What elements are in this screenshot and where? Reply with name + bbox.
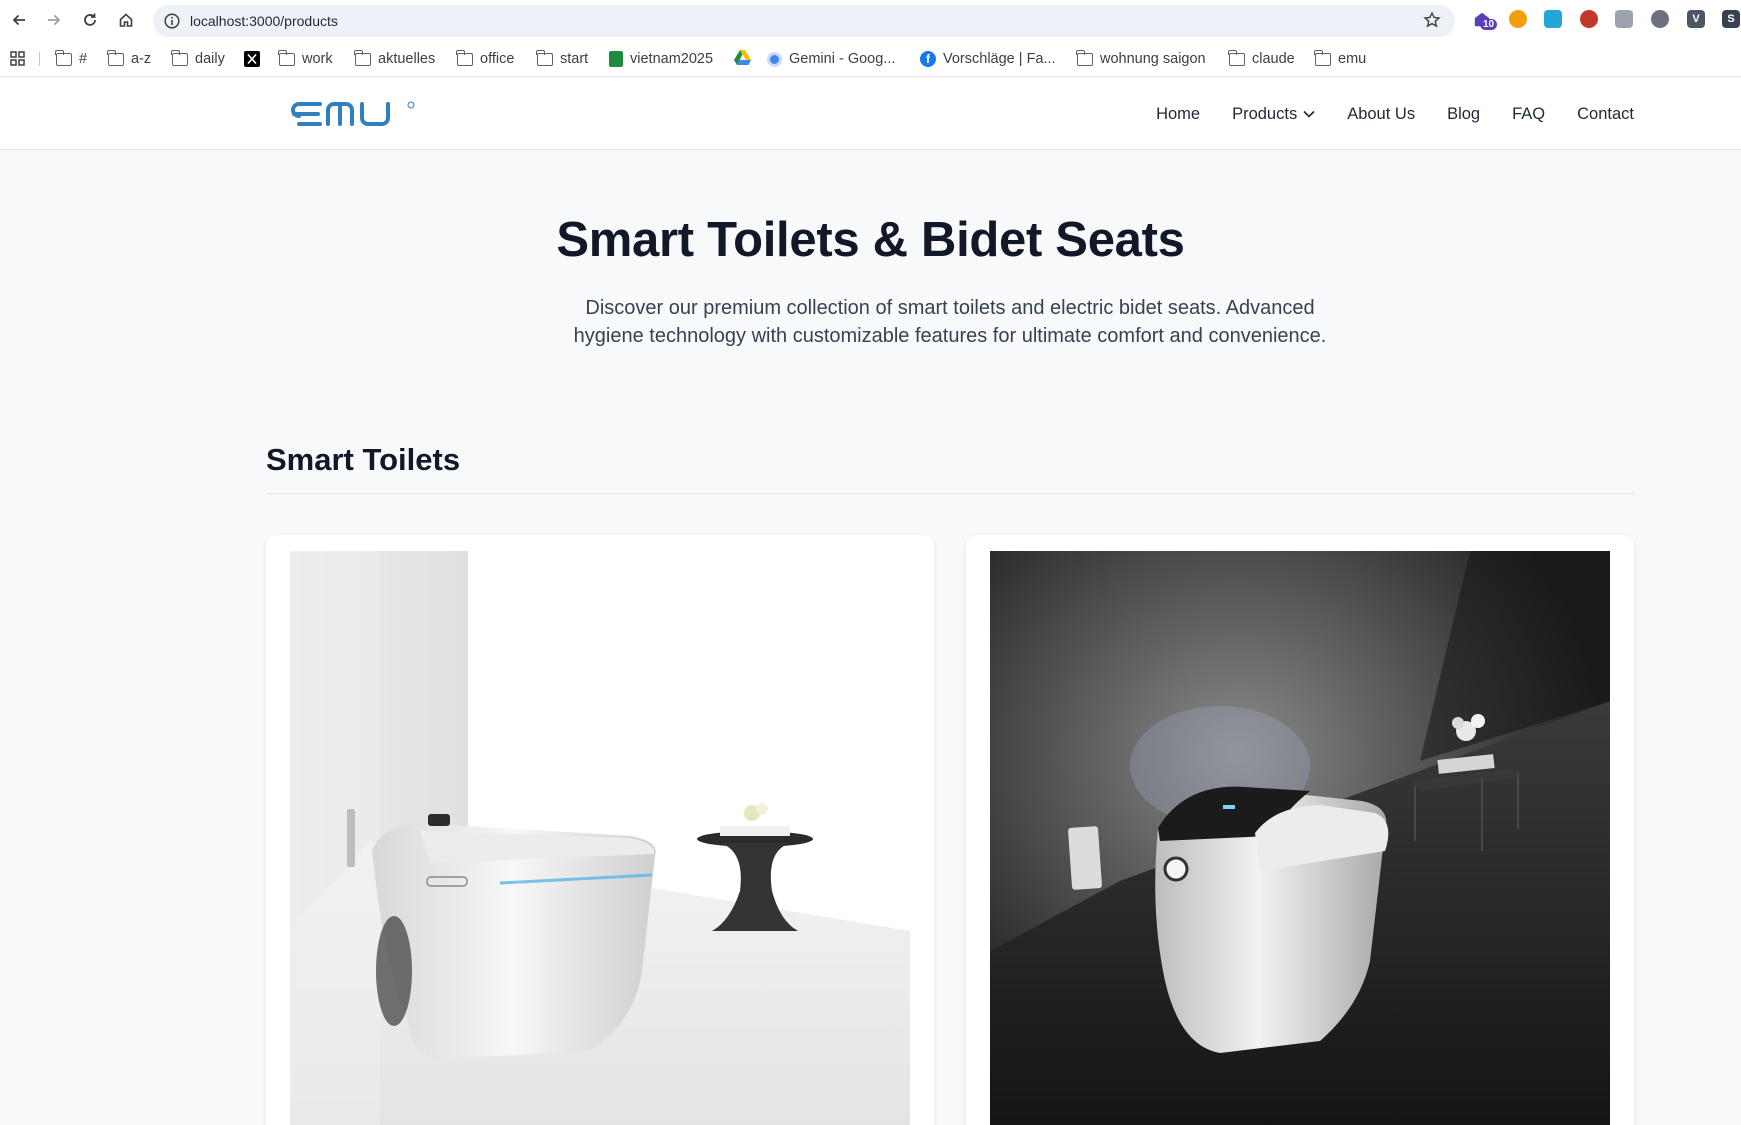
bookmark-x[interactable]	[244, 48, 260, 70]
bookmark-facebook[interactable]: f Vorschläge | Fa...	[920, 48, 1056, 70]
nav-contact[interactable]: Contact	[1577, 105, 1634, 124]
bookmarks-bar: # a-z daily work aktuelles office start …	[0, 40, 1741, 77]
url-text[interactable]: localhost:3000/products	[190, 13, 338, 29]
folder-icon	[1076, 49, 1093, 66]
folder-icon	[107, 49, 124, 66]
folder-icon	[278, 49, 295, 66]
bookmark-label: claude	[1252, 51, 1295, 67]
section-divider	[266, 493, 1635, 494]
bookmark-label: #	[79, 51, 88, 67]
bookmark-star-icon[interactable]	[1423, 11, 1441, 34]
section-title: Smart Toilets	[266, 442, 461, 477]
extension-s-icon[interactable]: S	[1722, 10, 1740, 28]
bookmark-label: work	[302, 51, 333, 67]
nav-products[interactable]: Products	[1232, 105, 1315, 124]
bookmark-label: a-z	[131, 51, 152, 67]
nav-home[interactable]: Home	[1156, 105, 1200, 124]
address-bar[interactable]: localhost:3000/products	[153, 5, 1455, 37]
bookmark-gemini[interactable]: Gemini - Goog...	[767, 48, 895, 70]
bookmark-label: Gemini - Goog...	[789, 51, 896, 67]
nav-blog[interactable]: Blog	[1447, 105, 1480, 124]
apps-grid-icon[interactable]	[10, 51, 25, 71]
bookmark-label: office	[480, 51, 515, 67]
product-image[interactable]	[990, 551, 1610, 1125]
facebook-icon: f	[920, 51, 936, 67]
bookmark-wohnung-saigon[interactable]: wohnung saigon	[1076, 48, 1206, 70]
bookmark-label: wohnung saigon	[1100, 51, 1206, 67]
nav-products-label: Products	[1232, 104, 1298, 123]
bookmark-claude[interactable]: claude	[1228, 48, 1295, 70]
chevron-down-icon	[1303, 110, 1315, 118]
page-subtitle: Discover our premium collection of smart…	[573, 297, 1327, 347]
drive-icon	[734, 49, 751, 69]
reload-icon[interactable]	[78, 8, 102, 32]
extension-elephant-icon[interactable]	[1509, 10, 1527, 28]
bookmark-label: Vorschläge | Fa...	[943, 51, 1056, 67]
bookmark-label: emu	[1338, 51, 1367, 67]
bookmark-label: vietnam2025	[630, 51, 714, 67]
back-icon[interactable]	[7, 8, 31, 32]
folder-icon	[171, 49, 188, 66]
product-card[interactable]	[266, 535, 934, 1125]
folder-icon	[55, 49, 72, 66]
product-image[interactable]	[290, 551, 910, 1125]
nav-about[interactable]: About Us	[1347, 105, 1415, 124]
bookmark-work[interactable]: work	[278, 48, 333, 70]
emu-logo[interactable]	[290, 100, 418, 133]
site-info-icon[interactable]	[163, 12, 181, 35]
bookmarks-divider	[39, 52, 40, 66]
bookmark-a-z[interactable]: a-z	[107, 48, 152, 70]
main-nav: Home Products About Us Blog FAQ Contact	[1156, 78, 1634, 150]
bookmark-hash[interactable]: #	[55, 48, 88, 70]
folder-icon	[536, 49, 553, 66]
forward-icon[interactable]	[42, 8, 66, 32]
nav-faq[interactable]: FAQ	[1512, 105, 1545, 124]
extension-v-icon[interactable]: V	[1687, 10, 1705, 28]
folder-icon	[1228, 49, 1245, 66]
extension-red-icon[interactable]	[1580, 10, 1598, 28]
site-header: Home Products About Us Blog FAQ Contact	[0, 78, 1741, 150]
home-icon[interactable]	[114, 8, 138, 32]
camera-icon[interactable]	[1615, 10, 1633, 28]
bookmark-label: start	[560, 51, 589, 67]
bookmark-emu[interactable]: emu	[1314, 48, 1367, 70]
page-title: Smart Toilets & Bidet Seats	[556, 213, 1185, 267]
folder-icon	[354, 49, 371, 66]
bookmark-label: aktuelles	[378, 51, 436, 67]
bookmark-vietnam2025[interactable]: vietnam2025	[609, 48, 713, 70]
gemini-icon	[767, 51, 782, 67]
bookmark-label: daily	[195, 51, 225, 67]
bookmark-drive[interactable]	[734, 48, 751, 70]
bookmark-aktuelles[interactable]: aktuelles	[354, 48, 436, 70]
sheets-icon	[609, 51, 623, 67]
bookmark-office[interactable]: office	[456, 48, 515, 70]
bookmark-daily[interactable]: daily	[171, 48, 225, 70]
product-card[interactable]	[966, 535, 1634, 1125]
extension-grid-icon[interactable]	[1544, 10, 1562, 28]
folder-icon	[1314, 49, 1331, 66]
browser-toolbar: localhost:3000/products 10 V S	[0, 0, 1741, 40]
bookmark-start[interactable]: start	[536, 48, 589, 70]
x-logo-icon	[244, 51, 260, 67]
extension-badge: 10	[1480, 19, 1498, 30]
extension-circle-icon[interactable]	[1651, 10, 1669, 28]
folder-icon	[456, 49, 473, 66]
